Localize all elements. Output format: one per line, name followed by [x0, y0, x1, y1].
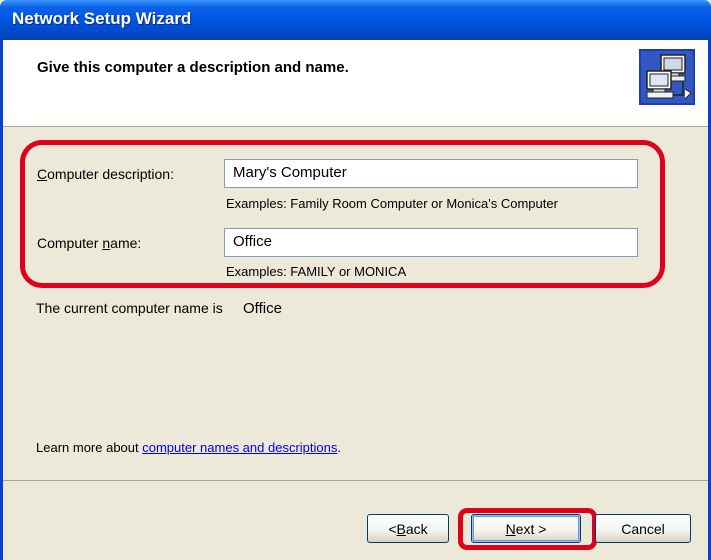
wizard-header: Give this computer a description and nam… — [3, 40, 708, 127]
computer-description-label: Computer description: — [37, 166, 174, 182]
computer-name-hint: Examples: FAMILY or MONICA — [226, 264, 407, 279]
network-computers-icon — [639, 49, 695, 105]
current-name-label: The current computer name is — [36, 300, 223, 316]
computer-description-input[interactable]: Mary's Computer — [224, 159, 638, 188]
window-title: Network Setup Wizard — [12, 9, 192, 28]
cancel-button[interactable]: Cancel — [595, 514, 691, 543]
computer-names-help-link[interactable]: computer names and descriptions — [142, 440, 337, 455]
page-heading: Give this computer a description and nam… — [37, 59, 349, 76]
computer-name-label: Computer name: — [37, 235, 142, 251]
wizard-body: Computer description: Mary's Computer Ex… — [3, 127, 708, 479]
computer-name-input[interactable]: Office — [224, 228, 638, 257]
learn-more-text: Learn more about computer names and desc… — [36, 440, 341, 455]
computer-description-value: Mary's Computer — [233, 164, 347, 181]
next-button[interactable]: Next > — [471, 514, 581, 543]
network-setup-wizard-window: Network Setup Wizard Give this computer … — [0, 0, 711, 560]
back-button[interactable]: < Back — [367, 514, 449, 543]
title-bar[interactable]: Network Setup Wizard — [0, 0, 711, 40]
computer-description-hint: Examples: Family Room Computer or Monica… — [226, 196, 558, 211]
current-name-value: Office — [243, 300, 282, 317]
computer-name-value: Office — [233, 233, 272, 250]
wizard-footer: < Back Next > Cancel — [3, 480, 708, 560]
